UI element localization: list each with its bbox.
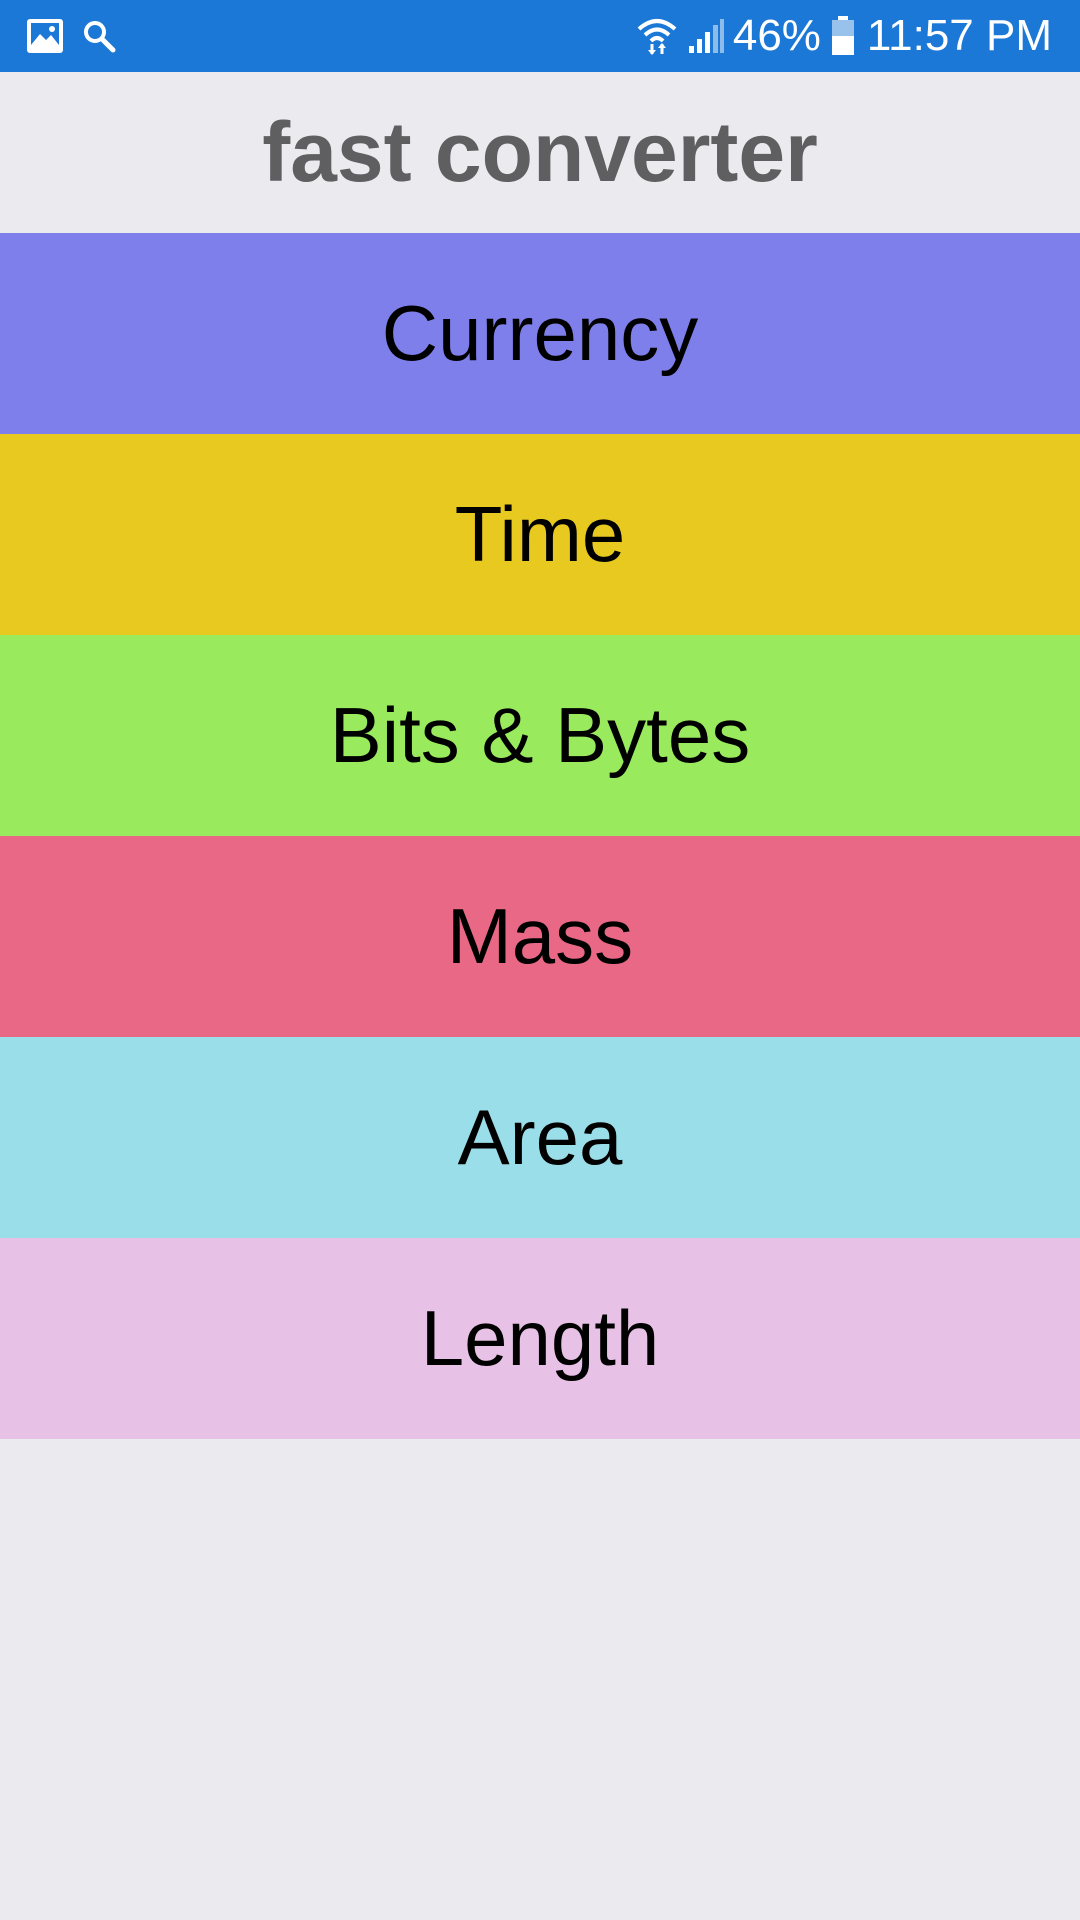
category-label: Area <box>457 1093 623 1181</box>
category-label: Bits & Bytes <box>329 691 751 779</box>
category-bits-bytes-button[interactable]: Bits & Bytes <box>0 635 1080 836</box>
status-bar-left <box>26 18 134 54</box>
image-icon <box>26 18 64 54</box>
category-list: Currency Time Bits & Bytes Mass Area Len… <box>0 233 1080 1439</box>
battery-percent: 46% <box>732 11 821 60</box>
category-label: Length <box>420 1294 660 1382</box>
category-label: Time <box>454 490 626 578</box>
page-title: fast converter <box>262 105 818 199</box>
status-bar: 46% 11:57 PM <box>0 0 1080 72</box>
status-bar-right: 46% 11:57 PM <box>627 11 1052 61</box>
signal-icon <box>687 18 725 54</box>
category-currency-button[interactable]: Currency <box>0 233 1080 434</box>
category-label: Mass <box>446 892 634 980</box>
app-header: fast converter <box>0 72 1080 233</box>
search-icon <box>82 19 116 53</box>
category-time-button[interactable]: Time <box>0 434 1080 635</box>
category-label: Currency <box>381 289 699 377</box>
wifi-icon <box>637 17 677 55</box>
category-area-button[interactable]: Area <box>0 1037 1080 1238</box>
clock: 11:57 PM <box>866 11 1052 60</box>
category-mass-button[interactable]: Mass <box>0 836 1080 1037</box>
category-length-button[interactable]: Length <box>0 1238 1080 1439</box>
battery-icon <box>831 16 855 56</box>
